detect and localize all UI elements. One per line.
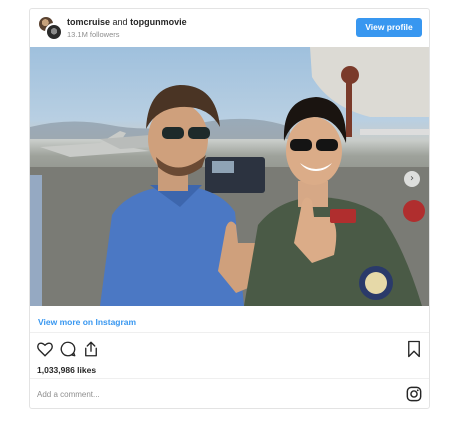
- username-link-2[interactable]: topgunmovie: [130, 17, 187, 27]
- followers-count: 13.1M followers: [67, 30, 120, 39]
- post-photo[interactable]: ›: [30, 47, 429, 306]
- carousel-indicator: [222, 296, 232, 300]
- carousel-next-button[interactable]: ›: [404, 171, 420, 187]
- heart-icon[interactable]: [36, 340, 54, 358]
- avatar-topgunmovie: [45, 23, 63, 41]
- account-names: tomcruise and topgunmovie: [67, 17, 187, 28]
- photo-illustration: [30, 47, 429, 306]
- bookmark-icon[interactable]: [405, 340, 423, 358]
- names-connector: and: [112, 17, 128, 27]
- post-header: tomcruise and topgunmovie 13.1M follower…: [30, 9, 429, 47]
- instagram-icon[interactable]: [406, 386, 422, 402]
- view-more-on-instagram-link[interactable]: View more on Instagram: [38, 317, 136, 327]
- avatar[interactable]: [37, 15, 63, 41]
- divider: [30, 332, 429, 333]
- add-comment-link[interactable]: Add a comment...: [37, 390, 100, 399]
- username-link-1[interactable]: tomcruise: [67, 17, 110, 27]
- share-icon[interactable]: [82, 340, 100, 358]
- view-profile-button[interactable]: View profile: [356, 18, 422, 37]
- instagram-embed-card: tomcruise and topgunmovie 13.1M follower…: [29, 8, 430, 409]
- likes-count[interactable]: 1,033,986 likes: [37, 365, 96, 375]
- comment-icon[interactable]: [59, 340, 77, 358]
- divider: [30, 378, 429, 379]
